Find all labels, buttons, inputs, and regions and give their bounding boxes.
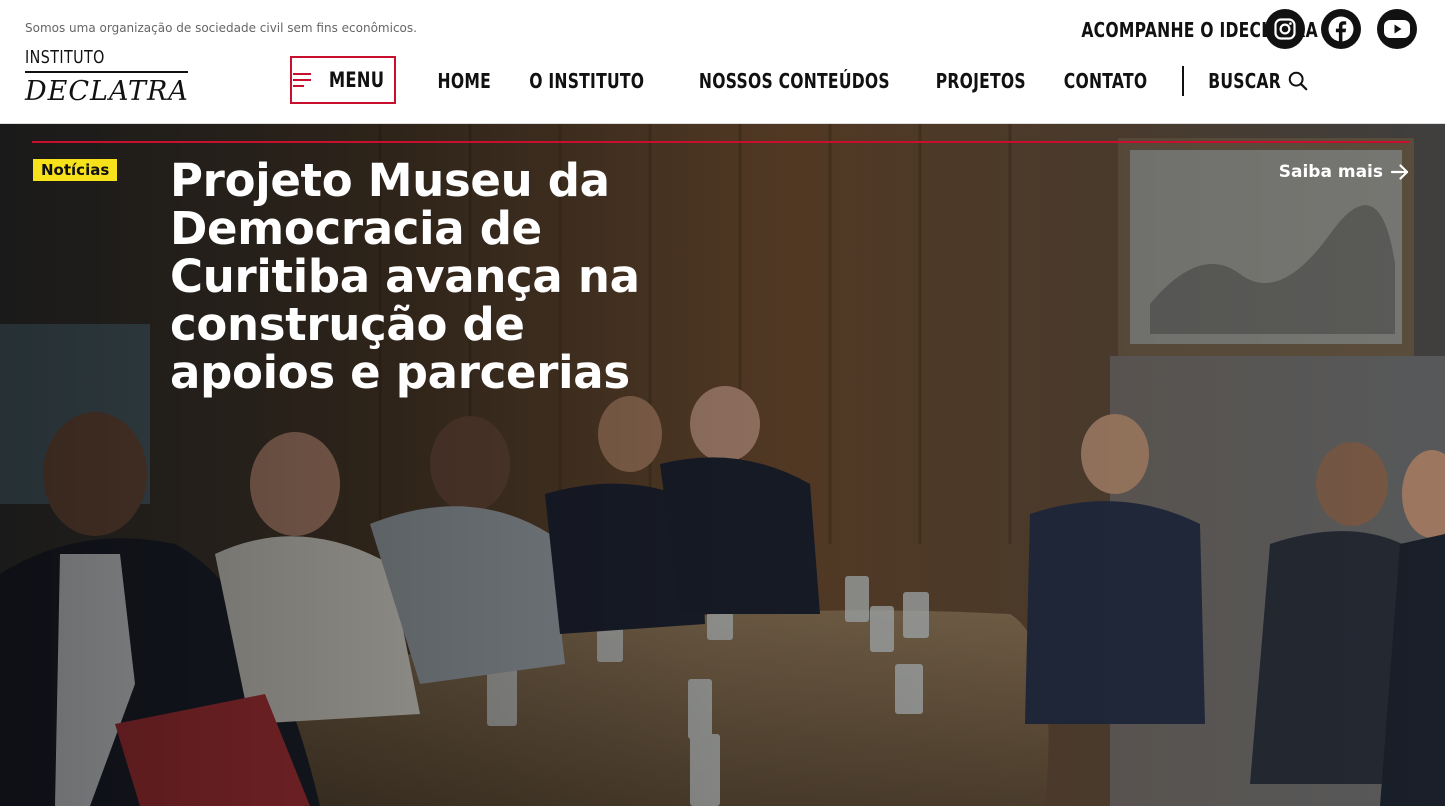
- tagline: Somos uma organização de sociedade civil…: [25, 21, 417, 35]
- logo-line-1: INSTITUTO: [25, 47, 105, 68]
- nav-divider: [1181, 66, 1184, 96]
- nav-nossos-conteudos[interactable]: NOSSOS CONTEÚDOS: [699, 69, 890, 93]
- menu-label: MENU: [329, 68, 385, 92]
- youtube-icon[interactable]: [1377, 9, 1417, 49]
- logo-line-2: DECLATRA: [25, 76, 189, 107]
- arrow-right-icon: [1391, 164, 1409, 180]
- search-label[interactable]: BUSCAR: [1208, 69, 1281, 93]
- nav-home[interactable]: HOME: [438, 69, 491, 93]
- facebook-icon[interactable]: [1321, 9, 1361, 49]
- search-icon[interactable]: [1287, 70, 1309, 92]
- nav-o-instituto[interactable]: O INSTITUTO: [529, 69, 644, 93]
- category-badge[interactable]: Notícias: [33, 159, 118, 181]
- hero-accent-line: [32, 141, 1409, 143]
- saiba-mais-label: Saiba mais: [1278, 162, 1383, 182]
- site-header: Somos uma organização de sociedade civil…: [0, 0, 1445, 124]
- hero-headline[interactable]: Projeto Museu da Democracia de Curitiba …: [170, 157, 670, 397]
- main-nav: HOME O INSTITUTO NOSSOS CONTEÚDOS PROJET…: [430, 66, 1309, 96]
- instagram-icon[interactable]: [1265, 9, 1305, 49]
- saiba-mais-link[interactable]: Saiba mais: [1279, 162, 1409, 182]
- logo[interactable]: INSTITUTO DECLATRA: [25, 48, 190, 110]
- logo-divider: [25, 71, 188, 73]
- nav-contato[interactable]: CONTATO: [1064, 69, 1148, 93]
- hamburger-icon: [293, 73, 312, 87]
- menu-button[interactable]: MENU: [290, 56, 396, 104]
- nav-projetos[interactable]: PROJETOS: [936, 69, 1026, 93]
- hero-banner[interactable]: Notícias Projeto Museu da Democracia de …: [0, 124, 1445, 806]
